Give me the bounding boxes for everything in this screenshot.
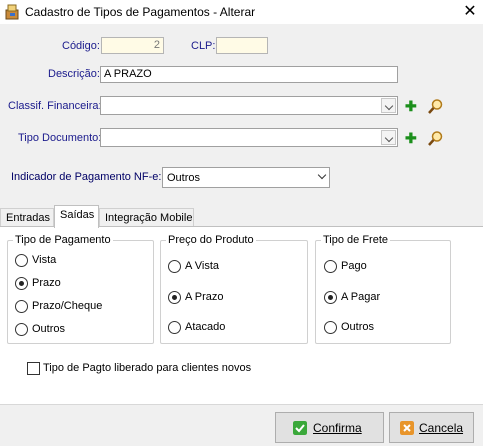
radio-label: A Vista <box>185 260 220 272</box>
radio-circle <box>15 300 28 313</box>
tab-saidas[interactable]: Saídas <box>54 205 99 228</box>
close-icon[interactable]: ✕ <box>459 1 481 23</box>
confirma-label: Confirma <box>313 421 362 435</box>
descricao-field[interactable]: A PRAZO <box>100 66 398 83</box>
radio-label: Outros <box>32 323 66 335</box>
tipo-doc-label: Tipo Documento: <box>18 132 102 144</box>
indicador-value: Outros <box>167 172 201 184</box>
radio-circle <box>324 321 337 334</box>
radio-label: Atacado <box>185 321 226 333</box>
tipo-doc-combo[interactable] <box>100 128 398 147</box>
radio-circle <box>324 291 337 304</box>
codigo-label: Código: <box>62 40 100 52</box>
liberado-label: Tipo de Pagto liberado para clientes nov… <box>43 362 252 374</box>
search-icon[interactable] <box>427 130 444 147</box>
search-icon[interactable] <box>427 98 444 115</box>
check-icon <box>293 421 307 435</box>
radio-circle <box>15 254 28 267</box>
classif-label: Classif. Financeira: <box>8 100 102 112</box>
cancela-button[interactable]: Cancela <box>389 412 474 443</box>
radio-label: A Pagar <box>341 291 381 303</box>
cancel-icon <box>400 421 414 435</box>
radio-dot <box>328 295 333 300</box>
tipo-pagamento-title: Tipo de Pagamento <box>13 234 113 246</box>
radio-label: A Prazo <box>185 291 224 303</box>
tab-integracao-mobile[interactable]: Integração Mobile <box>99 208 194 227</box>
radio-label: Outros <box>341 321 375 333</box>
radio-circle <box>168 260 181 273</box>
radio-dot <box>19 281 24 286</box>
radio-circle <box>324 260 337 273</box>
radio-dot <box>172 295 177 300</box>
app-icon <box>5 4 19 20</box>
add-icon[interactable]: ✚ <box>405 131 417 145</box>
confirma-button[interactable]: Confirma <box>275 412 384 443</box>
footer: Confirma Cancela <box>0 404 483 446</box>
add-icon[interactable]: ✚ <box>405 99 417 113</box>
radio-label: Prazo/Cheque <box>32 300 103 312</box>
form-area: Código: 2 CLP: Descrição: A PRAZO Classi… <box>0 24 483 205</box>
radio-label: Pago <box>341 260 367 272</box>
indicador-label: Indicador de Pagamento NF-e: <box>11 171 162 183</box>
radio-circle <box>15 323 28 336</box>
radio-circle <box>168 321 181 334</box>
checkbox-box <box>27 362 40 375</box>
radio-label: Prazo <box>32 277 61 289</box>
radio-circle <box>168 291 181 304</box>
tipo-pagamento-group: Tipo de Pagamento Vista Prazo Prazo/Cheq… <box>7 234 154 344</box>
descricao-label: Descrição: <box>48 68 100 80</box>
indicador-select[interactable]: Outros <box>162 167 330 188</box>
classif-combo[interactable] <box>100 96 398 115</box>
tipo-frete-title: Tipo de Frete <box>321 234 391 246</box>
chevron-down-icon[interactable] <box>381 98 396 113</box>
chevron-down-icon[interactable] <box>381 130 396 145</box>
radio-circle <box>15 277 28 290</box>
tipo-frete-group: Tipo de Frete Pago A Pagar Outros <box>315 234 451 344</box>
chevron-down-icon[interactable] <box>317 170 327 180</box>
tab-panel-saidas: Tipo de Pagamento Vista Prazo Prazo/Cheq… <box>0 226 483 404</box>
radio-label: Vista <box>32 254 57 266</box>
clp-label: CLP: <box>191 40 216 52</box>
preco-produto-group: Preço do Produto A Vista A Prazo Atacado <box>160 234 308 344</box>
window-title: Cadastro de Tipos de Pagamentos - Altera… <box>25 5 256 19</box>
preco-produto-title: Preço do Produto <box>166 234 256 246</box>
cancela-label: Cancela <box>419 421 464 435</box>
title-bar: Cadastro de Tipos de Pagamentos - Altera… <box>0 0 483 24</box>
tab-entradas[interactable]: Entradas <box>0 208 54 227</box>
clp-field[interactable] <box>216 37 268 54</box>
tab-strip: Entradas Saídas Integração Mobile <box>0 205 483 228</box>
codigo-field[interactable]: 2 <box>101 37 164 54</box>
